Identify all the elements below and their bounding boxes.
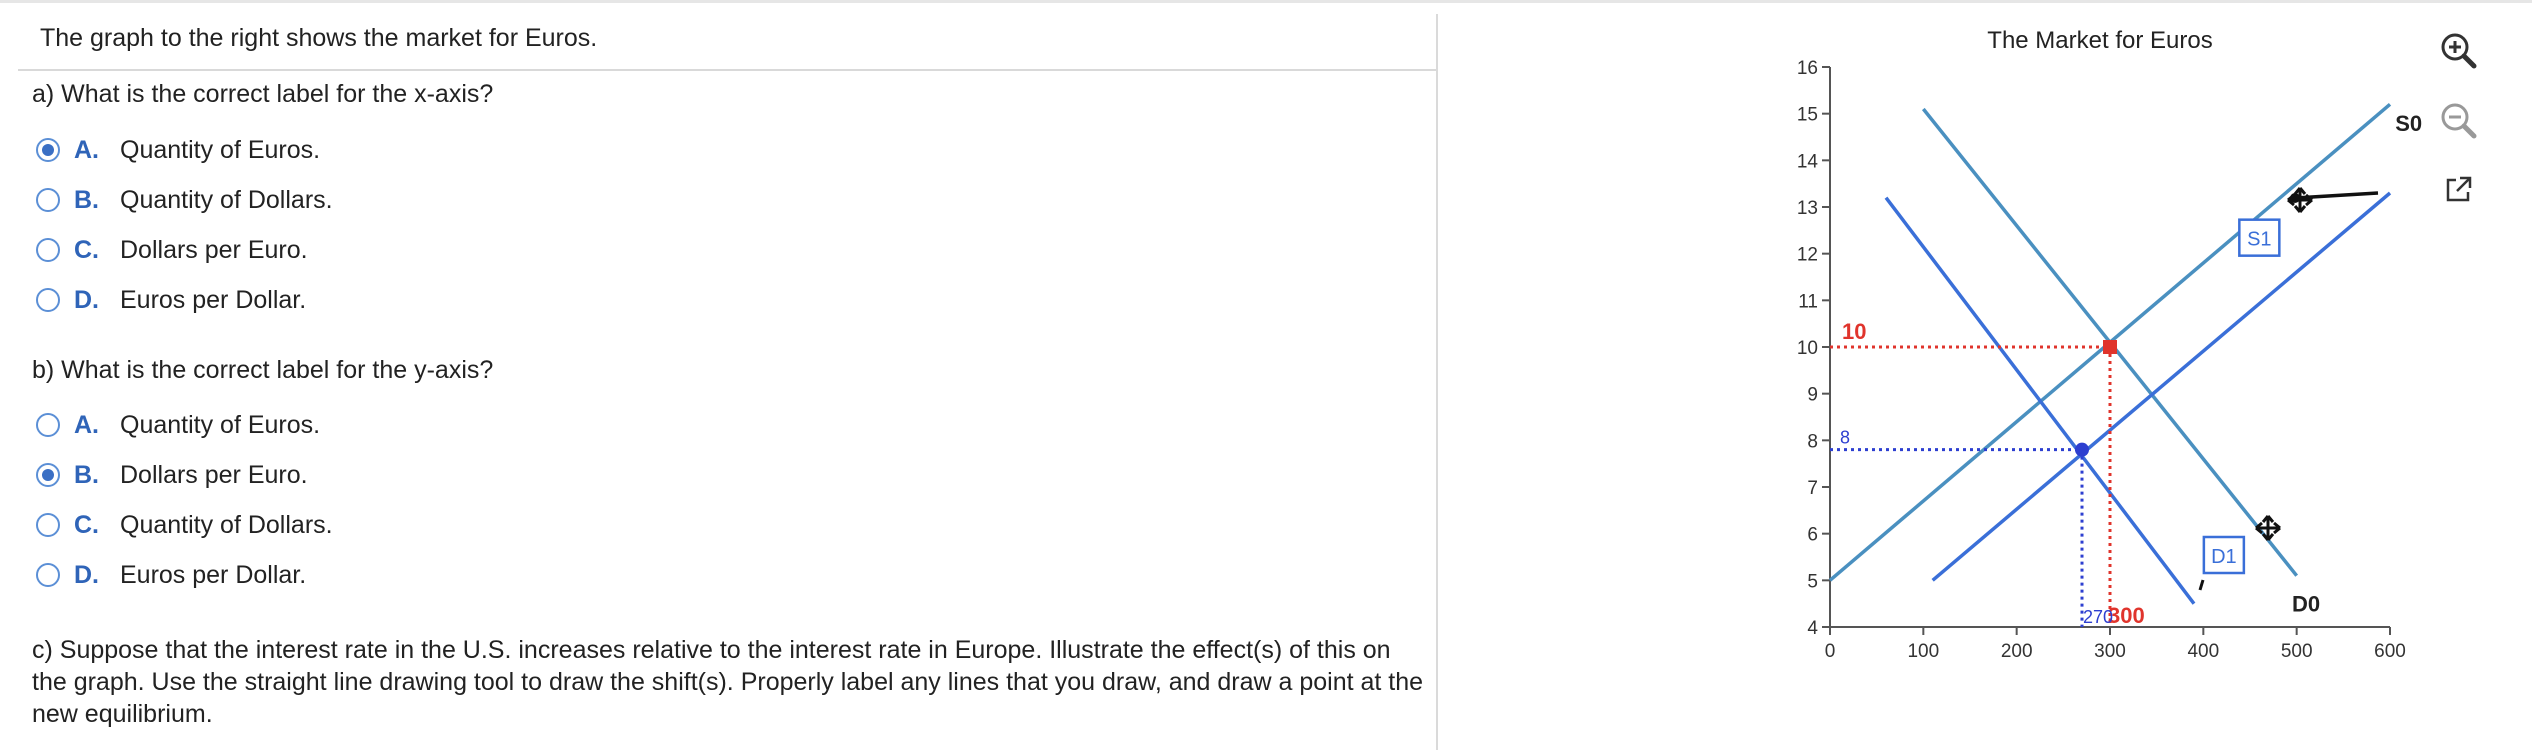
x-tick-label: 0 <box>1825 641 1836 662</box>
option-text: Dollars per Euro. <box>120 235 308 264</box>
equilibrium-quantity-label: 300 <box>2108 603 2145 628</box>
zoom-in-button[interactable] <box>2436 28 2480 72</box>
market-chart[interactable]: The Market for Euros 4 5 6 7 8 9 10 11 12 13 14 15 16… <box>1440 0 2440 750</box>
equilibrium-price-label: 8 <box>1840 428 1850 448</box>
option-text: Quantity of Dollars. <box>120 185 333 214</box>
x-tick-label: 300 <box>2094 641 2126 662</box>
option-letter: B. <box>74 185 99 214</box>
option-question_b-2[interactable]: C. Quantity of Dollars. <box>36 507 333 543</box>
y-tick-label: 16 <box>1797 58 1818 79</box>
option-question_b-3[interactable]: D. Euros per Dollar. <box>36 557 306 593</box>
option-letter: A. <box>74 135 99 164</box>
zoom-in-icon <box>2441 33 2477 69</box>
question-a-prompt: a) What is the correct label for the x-a… <box>32 80 494 108</box>
panel-divider <box>1436 14 1438 750</box>
chart-title: The Market for Euros <box>1987 27 2212 54</box>
move-cursor-icon <box>2287 187 2313 213</box>
option-question_a-3[interactable]: D. Euros per Dollar. <box>36 282 306 318</box>
curve-label: S1 <box>2247 229 2271 251</box>
option-letter: C. <box>74 510 99 539</box>
option-letter: A. <box>74 410 99 439</box>
y-tick-label: 4 <box>1807 618 1818 639</box>
equilibrium-point <box>2103 340 2117 354</box>
equilibrium-quantity-label: 270 <box>2083 607 2113 627</box>
x-tick-label: 100 <box>1907 641 1939 662</box>
x-tick-label: 500 <box>2281 641 2313 662</box>
option-question_a-1[interactable]: B. Quantity of Dollars. <box>36 182 333 218</box>
radio-button[interactable] <box>36 563 60 587</box>
zoom-out-button[interactable] <box>2436 98 2480 142</box>
option-text: Dollars per Euro. <box>120 460 308 489</box>
equilibrium-price-label: 10 <box>1842 319 1866 344</box>
y-tick-label: 6 <box>1807 525 1818 546</box>
y-tick-label: 7 <box>1807 478 1818 499</box>
radio-button[interactable] <box>36 463 60 487</box>
question-c-text: c) Suppose that the interest rate in the… <box>32 636 1424 728</box>
radio-button[interactable] <box>36 288 60 312</box>
graph-area[interactable]: The Market for Euros 4 5 6 7 8 9 10 11 12 13 14 15 16… <box>1440 0 2440 750</box>
option-letter: D. <box>74 560 99 589</box>
radio-button[interactable] <box>36 513 60 537</box>
intro-divider <box>18 69 1436 71</box>
external-link-icon <box>2446 176 2472 202</box>
y-tick-label: 10 <box>1797 338 1818 359</box>
move-cursor-icon <box>2255 515 2281 541</box>
option-letter: B. <box>74 460 99 489</box>
curve-label: D0 <box>2292 592 2320 617</box>
y-tick-label: 13 <box>1797 198 1818 219</box>
option-text: Quantity of Dollars. <box>120 510 333 539</box>
popout-button[interactable] <box>2436 168 2480 212</box>
curve-d1 <box>1884 196 2196 605</box>
option-question_b-1[interactable]: B. Dollars per Euro. <box>36 457 308 493</box>
y-tick-label: 11 <box>1798 291 1818 312</box>
curve-label: D1 <box>2211 546 2237 568</box>
option-question_b-0[interactable]: A. Quantity of Euros. <box>36 407 320 443</box>
y-tick-label: 12 <box>1797 245 1818 266</box>
zoom-out-icon <box>2441 103 2477 139</box>
question-b-prompt: b) What is the correct label for the y-a… <box>32 356 494 384</box>
option-text: Euros per Dollar. <box>120 560 307 589</box>
radio-button[interactable] <box>36 413 60 437</box>
y-tick-label: 9 <box>1807 385 1818 406</box>
option-text: Quantity of Euros. <box>120 410 321 439</box>
y-tick-label: 5 <box>1807 571 1818 592</box>
x-tick-label: 400 <box>2187 641 2219 662</box>
intro-text: The graph to the right shows the market … <box>40 24 598 52</box>
option-text: Quantity of Euros. <box>120 135 321 164</box>
x-tick-label: 200 <box>2001 641 2033 662</box>
drawing-tick <box>2198 579 2205 591</box>
curve-label: S0 <box>2395 111 2422 136</box>
x-tick-label: 600 <box>2374 641 2406 662</box>
curve-s1 <box>1931 191 2392 582</box>
y-tick-label: 14 <box>1797 151 1819 172</box>
question-panel: The graph to the right shows the market … <box>18 14 1436 750</box>
option-letter: C. <box>74 235 99 264</box>
option-question_a-0[interactable]: A. Quantity of Euros. <box>36 132 320 168</box>
y-tick-label: 15 <box>1797 105 1818 126</box>
radio-button[interactable] <box>36 188 60 212</box>
radio-button[interactable] <box>36 238 60 262</box>
y-tick-label: 8 <box>1807 431 1818 452</box>
radio-button[interactable] <box>36 138 60 162</box>
option-letter: D. <box>74 285 99 314</box>
option-text: Euros per Dollar. <box>120 285 307 314</box>
equilibrium-point <box>2075 442 2089 457</box>
option-question_a-2[interactable]: C. Dollars per Euro. <box>36 232 308 268</box>
